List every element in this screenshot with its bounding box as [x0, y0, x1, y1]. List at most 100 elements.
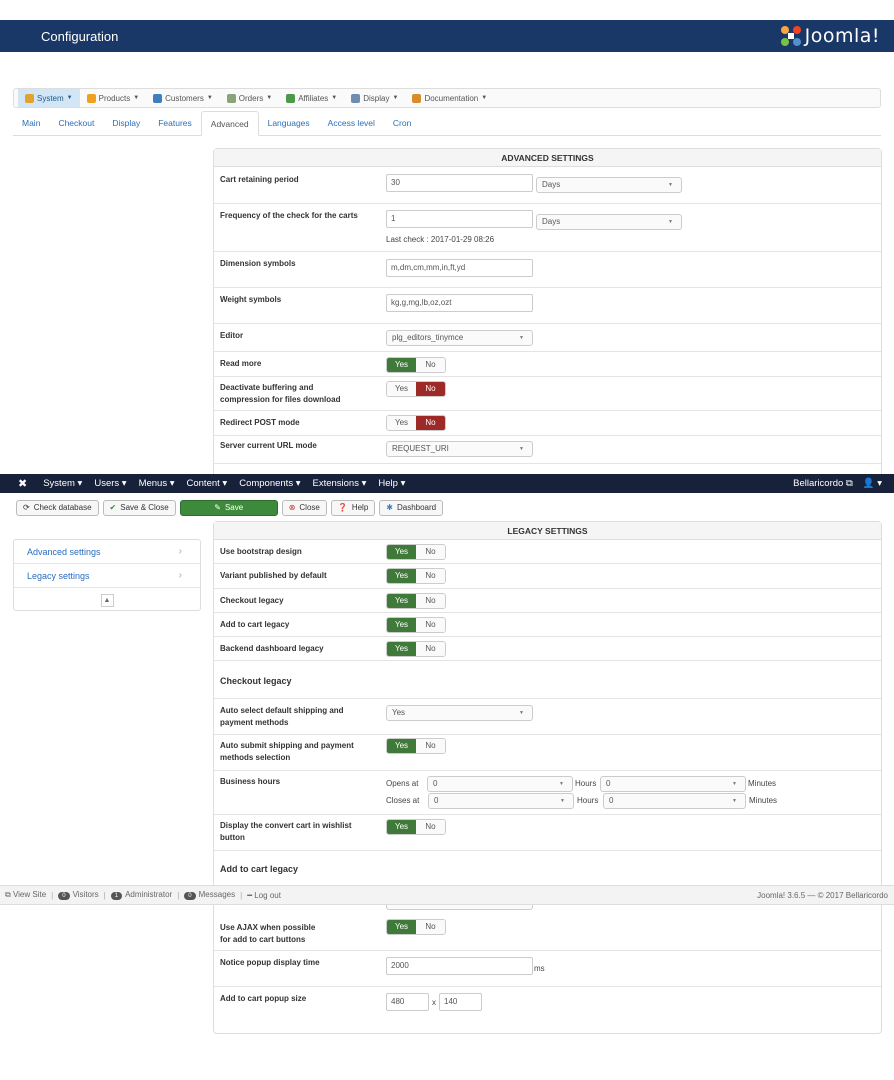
hk-menu-orders[interactable]: Orders ▼: [220, 89, 279, 107]
yes-option[interactable]: Yes: [387, 642, 416, 656]
messages-link[interactable]: 0 Messages: [184, 890, 235, 900]
yes-option[interactable]: Yes: [387, 569, 416, 583]
dashboard-icon: ✱: [386, 503, 393, 512]
yes-option[interactable]: Yes: [387, 739, 416, 753]
popup-height-input[interactable]: 140: [439, 993, 482, 1011]
sidenav-item-advanced[interactable]: Advanced settings ›: [14, 540, 200, 564]
no-option[interactable]: No: [416, 739, 445, 753]
hours-label: Hours: [575, 779, 597, 788]
redirect-toggle[interactable]: Yes No: [386, 415, 446, 431]
no-option[interactable]: No: [416, 594, 445, 608]
admin-menu-help[interactable]: Help ▾: [372, 478, 411, 489]
yes-option[interactable]: Yes: [387, 820, 416, 834]
frequency-input[interactable]: 1: [386, 210, 533, 228]
no-option[interactable]: No: [416, 618, 445, 632]
convert-cart-toggle[interactable]: Yes No: [386, 819, 446, 835]
admin-menu-content[interactable]: Content ▾: [181, 478, 234, 489]
tab-main[interactable]: Main: [13, 111, 49, 136]
weight-input[interactable]: kg,g,mg,lb,oz,ozt: [386, 294, 533, 312]
closes-hours-select[interactable]: 0: [428, 793, 574, 809]
tab-access-level[interactable]: Access level: [319, 111, 384, 136]
cart-retaining-input[interactable]: 30: [386, 174, 533, 192]
no-option[interactable]: No: [416, 642, 445, 656]
hk-menu-customers[interactable]: Customers ▼: [146, 89, 220, 107]
notice-input[interactable]: 2000: [386, 957, 533, 975]
dimension-row: Dimension symbols m,dm,cm,mm,in,ft,yd: [214, 252, 881, 288]
frequency-unit-select[interactable]: Days: [536, 214, 682, 230]
hk-menu-products[interactable]: Products ▼: [80, 89, 147, 107]
opens-hours-select[interactable]: 0: [427, 776, 573, 792]
divider: |: [51, 890, 54, 900]
view-site-link[interactable]: ⧉ View Site: [5, 890, 46, 900]
size-separator: x: [432, 998, 436, 1007]
dimension-input[interactable]: m,dm,cm,mm,in,ft,yd: [386, 259, 533, 277]
sidenav-collapse[interactable]: ▲: [14, 588, 200, 610]
tab-features[interactable]: Features: [149, 111, 201, 136]
variant-label: Variant published by default: [220, 571, 327, 580]
joomla-wordmark: Joomla!: [804, 25, 880, 47]
admin-menu-extensions[interactable]: Extensions ▾: [307, 478, 373, 489]
hk-menu-affiliates[interactable]: Affiliates ▼: [279, 89, 344, 107]
checkout-legacy-row: Checkout legacy Yes No: [214, 589, 881, 613]
last-check-text: Last check : 2017-01-29 08:26: [386, 235, 495, 244]
tab-languages[interactable]: Languages: [259, 111, 319, 136]
no-option[interactable]: No: [416, 382, 445, 396]
cart-retaining-unit-select[interactable]: Days: [536, 177, 682, 193]
yes-option[interactable]: Yes: [387, 358, 416, 372]
no-option[interactable]: No: [416, 920, 445, 934]
yes-option[interactable]: Yes: [387, 920, 416, 934]
yes-option[interactable]: Yes: [387, 382, 416, 396]
hk-menu-documentation[interactable]: Documentation ▼: [405, 89, 494, 107]
closes-minutes-select[interactable]: 0: [603, 793, 746, 809]
auto-submit-toggle[interactable]: Yes No: [386, 738, 446, 754]
close-button[interactable]: ⊗ Close: [281, 499, 327, 516]
admin-menu-system[interactable]: System ▾: [37, 478, 88, 489]
save-close-button[interactable]: ✔ Save & Close: [102, 499, 176, 516]
user-menu-icon[interactable]: 👤 ▾: [863, 478, 882, 489]
tab-display[interactable]: Display: [103, 111, 149, 136]
dashboard-button[interactable]: ✱ Dashboard: [379, 499, 444, 516]
admin-menu-components[interactable]: Components ▾: [233, 478, 306, 489]
logout-link[interactable]: ━ Log out: [247, 891, 281, 900]
hk-menu-display[interactable]: Display ▼: [344, 89, 405, 107]
backend-dashboard-toggle[interactable]: Yes No: [386, 641, 446, 657]
checkout-legacy-toggle[interactable]: Yes No: [386, 593, 446, 609]
yes-option[interactable]: Yes: [387, 416, 416, 430]
visitors-link[interactable]: 0 Visitors: [58, 890, 99, 900]
editor-select[interactable]: plg_editors_tinymce: [386, 330, 533, 346]
visitors-label: Visitors: [72, 890, 99, 899]
no-option[interactable]: No: [416, 416, 445, 430]
yes-option[interactable]: Yes: [387, 594, 416, 608]
tab-checkout[interactable]: Checkout: [49, 111, 103, 136]
variant-toggle[interactable]: Yes No: [386, 568, 446, 584]
site-link[interactable]: Bellaricordo ⧉: [793, 478, 853, 489]
add-cart-legacy-toggle[interactable]: Yes No: [386, 617, 446, 633]
no-option[interactable]: No: [416, 545, 445, 559]
yes-option[interactable]: Yes: [387, 618, 416, 632]
auto-select-select[interactable]: Yes: [386, 705, 533, 721]
read-more-toggle[interactable]: Yes No: [386, 357, 446, 373]
popup-width-input[interactable]: 480: [386, 993, 429, 1011]
ajax-toggle[interactable]: Yes No: [386, 919, 446, 935]
sidenav-item-legacy[interactable]: Legacy settings ›: [14, 564, 200, 588]
yes-option[interactable]: Yes: [387, 545, 416, 559]
tab-cron[interactable]: Cron: [384, 111, 420, 136]
help-button[interactable]: ❓ Help: [330, 499, 376, 516]
hk-menu-system[interactable]: System ▼: [18, 89, 80, 107]
tab-advanced[interactable]: Advanced: [200, 111, 259, 136]
save-button[interactable]: ✎ Save: [179, 499, 278, 516]
convert-cart-row: Display the convert cart in wishlist but…: [214, 815, 881, 851]
page-title: Configuration: [41, 29, 119, 44]
opens-minutes-select[interactable]: 0: [600, 776, 746, 792]
no-option[interactable]: No: [416, 820, 445, 834]
joomla-menu-icon[interactable]: ✖: [0, 477, 37, 490]
admin-menu-users[interactable]: Users ▾: [88, 478, 132, 489]
no-option[interactable]: No: [416, 569, 445, 583]
server-url-select[interactable]: REQUEST_URI: [386, 441, 533, 457]
admins-link[interactable]: 1 Administrator: [110, 890, 172, 900]
check-database-button[interactable]: ⟳ Check database: [16, 499, 99, 516]
no-option[interactable]: No: [416, 358, 445, 372]
admin-menu-menus[interactable]: Menus ▾: [133, 478, 181, 489]
bootstrap-toggle[interactable]: Yes No: [386, 544, 446, 560]
deactivate-toggle[interactable]: Yes No: [386, 381, 446, 397]
